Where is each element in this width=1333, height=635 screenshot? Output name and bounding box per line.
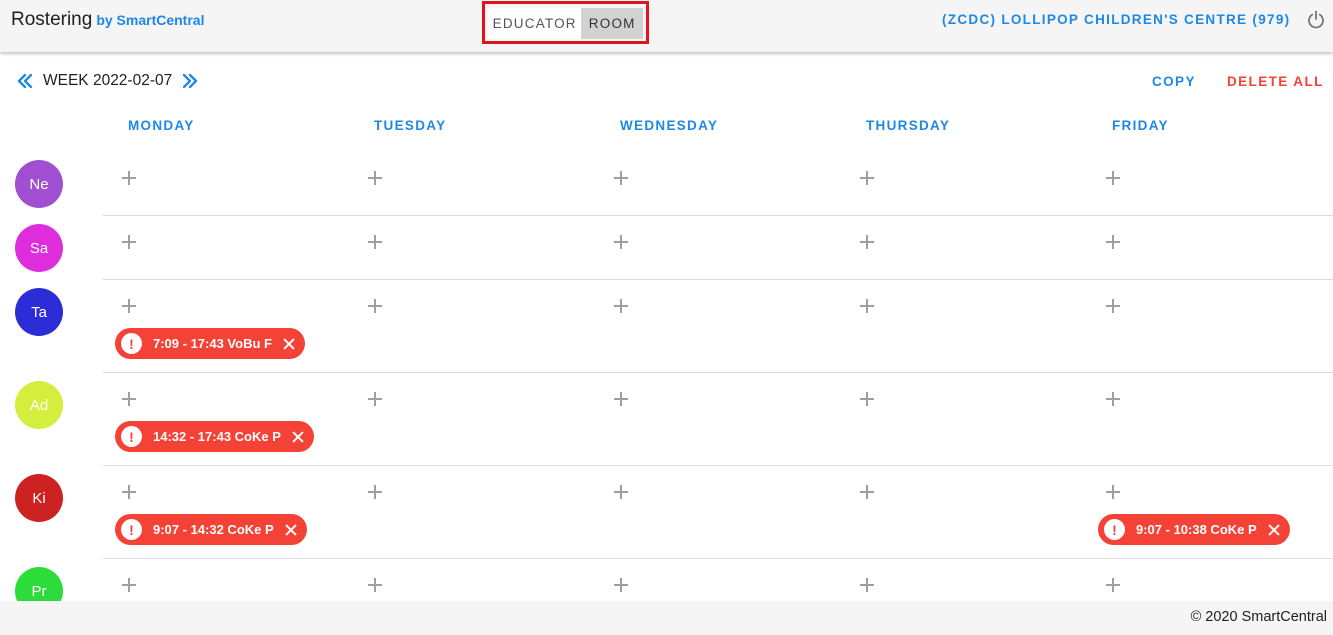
add-shift-button[interactable] [610,388,632,410]
add-shift-button[interactable] [364,481,386,503]
app-title-text: Rostering [11,9,93,30]
add-shift-button[interactable] [610,574,632,596]
roster-row: Ki ! 9:07 - 14:32 CoKe P ! 9:07 - 10:38 … [0,466,1333,559]
add-shift-button[interactable] [610,481,632,503]
avatar: Pr [15,567,63,601]
add-shift-button[interactable] [364,388,386,410]
add-shift-button[interactable] [856,574,878,596]
add-shift-button[interactable] [856,295,878,317]
roster-row: Pr [0,559,1333,601]
avatar: Ta [15,288,63,336]
avatar: Ki [15,474,63,522]
shift-label: 7:09 - 17:43 VoBu F [153,336,272,351]
add-shift-button[interactable] [118,574,140,596]
avatar: Ne [15,160,63,208]
roster-row: Sa [0,216,1333,280]
room-mode-button[interactable]: ROOM [581,8,643,39]
add-shift-button[interactable] [856,481,878,503]
day-header-tuesday: TUESDAY [374,118,447,133]
delete-all-button[interactable]: DELETE ALL [1227,74,1324,89]
close-icon[interactable] [1266,522,1282,538]
avatar: Ad [15,381,63,429]
chevron-double-right-icon[interactable] [181,71,199,91]
alert-icon: ! [121,333,142,354]
copyright-text: © 2020 SmartCentral [1190,609,1327,625]
educator-mode-button[interactable]: EDUCATOR [488,8,582,39]
shift-chip[interactable]: ! 9:07 - 10:38 CoKe P [1098,514,1290,545]
alert-icon: ! [121,519,142,540]
add-shift-button[interactable] [1102,295,1124,317]
close-icon[interactable] [290,429,306,445]
add-shift-button[interactable] [610,231,632,253]
shift-chip[interactable]: ! 14:32 - 17:43 CoKe P [115,421,314,452]
footer: © 2020 SmartCentral [0,601,1333,635]
centre-selector[interactable]: (ZCDC) LOLLIPOP CHILDREN'S CENTRE (979) [942,12,1290,27]
add-shift-button[interactable] [856,388,878,410]
add-shift-button[interactable] [1102,481,1124,503]
add-shift-button[interactable] [364,574,386,596]
add-shift-button[interactable] [364,167,386,189]
add-shift-button[interactable] [118,231,140,253]
add-shift-button[interactable] [1102,574,1124,596]
day-header-monday: MONDAY [128,118,195,133]
roster-row: Ad ! 14:32 - 17:43 CoKe P [0,373,1333,466]
shift-chip[interactable]: ! 9:07 - 14:32 CoKe P [115,514,307,545]
avatar: Sa [15,224,63,272]
add-shift-button[interactable] [856,231,878,253]
add-shift-button[interactable] [610,295,632,317]
copy-button[interactable]: COPY [1152,74,1196,89]
shift-label: 9:07 - 10:38 CoKe P [1136,522,1257,537]
close-icon[interactable] [281,336,297,352]
add-shift-button[interactable] [856,167,878,189]
app-by-label: by SmartCentral [96,12,205,28]
chevron-double-left-icon[interactable] [16,71,34,91]
week-navigation: WEEK 2022-02-07 COPY DELETE ALL [0,66,1333,98]
add-shift-button[interactable] [1102,388,1124,410]
roster-row: Ta ! 7:09 - 17:43 VoBu F [0,280,1333,373]
app-title: Rostering by SmartCentral [11,9,204,31]
add-shift-button[interactable] [118,167,140,189]
add-shift-button[interactable] [364,231,386,253]
alert-icon: ! [1104,519,1125,540]
shift-label: 14:32 - 17:43 CoKe P [153,429,281,444]
view-mode-toggle: EDUCATOR ROOM [482,1,649,44]
top-app-bar: Rostering by SmartCentral EDUCATOR ROOM (… [0,0,1333,52]
day-header-wednesday: WEDNESDAY [620,118,719,133]
shift-label: 9:07 - 14:32 CoKe P [153,522,274,537]
close-icon[interactable] [283,522,299,538]
add-shift-button[interactable] [118,295,140,317]
week-label: WEEK 2022-02-07 [43,72,173,89]
roster-row: Ne [0,152,1333,216]
add-shift-button[interactable] [610,167,632,189]
add-shift-button[interactable] [364,295,386,317]
add-shift-button[interactable] [118,481,140,503]
power-icon[interactable] [1306,10,1326,30]
add-shift-button[interactable] [1102,231,1124,253]
day-header-thursday: THURSDAY [866,118,951,133]
day-header-friday: FRIDAY [1112,118,1169,133]
add-shift-button[interactable] [1102,167,1124,189]
add-shift-button[interactable] [118,388,140,410]
shift-chip[interactable]: ! 7:09 - 17:43 VoBu F [115,328,305,359]
alert-icon: ! [121,426,142,447]
